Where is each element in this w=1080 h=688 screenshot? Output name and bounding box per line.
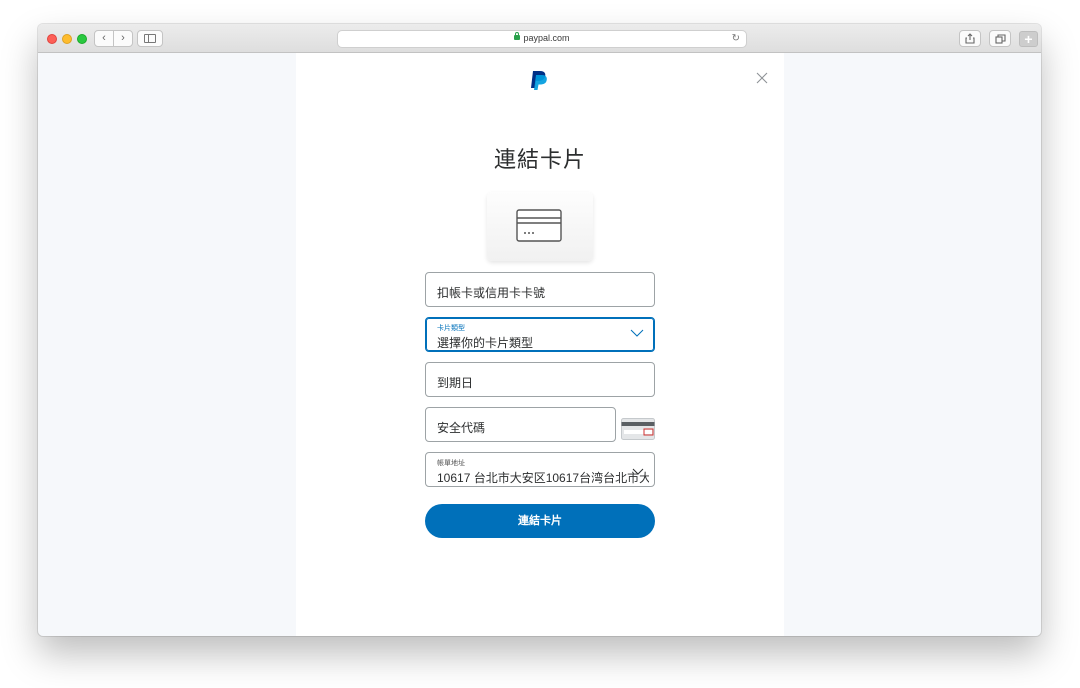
- card-type-label: 卡片類型: [437, 325, 465, 332]
- address-text: paypal.com: [338, 32, 746, 43]
- credit-card-icon: [516, 209, 562, 242]
- sidebar-icon: [144, 34, 156, 43]
- security-code-field[interactable]: 安全代碼: [425, 407, 616, 442]
- chevron-right-icon: ›: [121, 32, 125, 44]
- back-button[interactable]: ‹: [94, 30, 114, 47]
- card-type-select[interactable]: 卡片類型 選擇你的卡片類型: [425, 317, 655, 352]
- chevron-left-icon: ‹: [102, 32, 106, 44]
- link-card-button[interactable]: 連結卡片: [425, 504, 655, 538]
- card-number-field[interactable]: 扣帳卡或信用卡卡號: [425, 272, 655, 307]
- url-label: paypal.com: [523, 33, 570, 43]
- expiry-date-placeholder: 到期日: [437, 376, 474, 390]
- card-back-cvv-icon: [621, 418, 655, 440]
- close-icon[interactable]: [754, 70, 770, 86]
- minimize-window-button[interactable]: [62, 34, 72, 44]
- card-type-value: 選擇你的卡片類型: [437, 336, 534, 350]
- tabs-icon: [994, 33, 1006, 44]
- address-bar[interactable]: paypal.com ↻: [337, 30, 747, 48]
- browser-toolbar: ‹ › paypal.com ↻ +: [38, 24, 1041, 53]
- reload-icon[interactable]: ↻: [732, 33, 740, 44]
- paypal-logo-icon: [531, 71, 547, 90]
- show-tabs-button[interactable]: [989, 30, 1011, 47]
- chevron-down-icon: [630, 329, 644, 337]
- plus-icon: +: [1024, 31, 1033, 47]
- billing-address-label: 帳單地址: [437, 460, 465, 467]
- zoom-window-button[interactable]: [77, 34, 87, 44]
- close-window-button[interactable]: [47, 34, 57, 44]
- card-number-placeholder: 扣帳卡或信用卡卡號: [437, 286, 546, 300]
- chevron-down-icon: [632, 468, 644, 475]
- billing-address-value: 10617 台北市大安区10617台湾台北市大安: [437, 471, 649, 485]
- sidebar-toggle-button[interactable]: [137, 30, 163, 47]
- lock-icon: [514, 32, 521, 41]
- forward-button[interactable]: ›: [113, 30, 133, 47]
- screen: ‹ › paypal.com ↻ + 連結卡片 扣帳卡或信用卡卡號 卡片類型 選…: [0, 0, 1080, 688]
- share-icon: [965, 33, 975, 44]
- browser-window: ‹ › paypal.com ↻ + 連結卡片 扣帳卡或信用卡卡號 卡片類型 選…: [38, 24, 1041, 636]
- link-card-dialog: 連結卡片 扣帳卡或信用卡卡號 卡片類型 選擇你的卡片類型 到期日 安全代碼 帳單…: [296, 53, 784, 636]
- new-tab-button[interactable]: +: [1019, 31, 1038, 47]
- share-button[interactable]: [959, 30, 981, 47]
- billing-address-select[interactable]: 帳單地址 10617 台北市大安区10617台湾台北市大安: [425, 452, 655, 487]
- expiry-date-field[interactable]: 到期日: [425, 362, 655, 397]
- security-code-placeholder: 安全代碼: [437, 421, 486, 435]
- card-illustration: [487, 192, 593, 261]
- dialog-title: 連結卡片: [493, 147, 586, 172]
